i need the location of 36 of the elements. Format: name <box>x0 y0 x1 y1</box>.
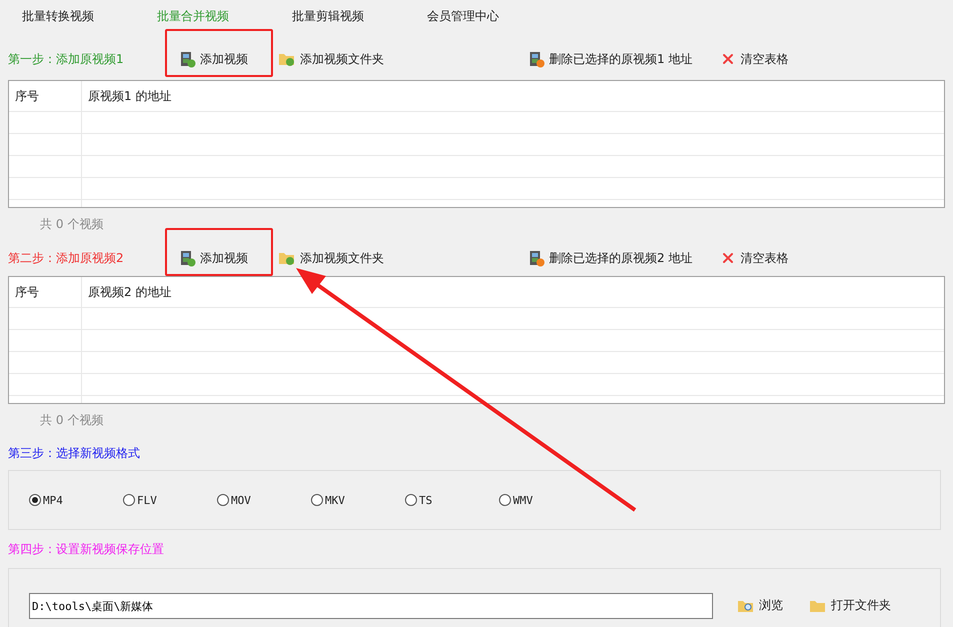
column-header: 原视频1 的地址 <box>87 88 172 105</box>
film-icon <box>529 50 545 68</box>
video-count: 共 0 个视频 <box>40 216 104 232</box>
video-count: 共 0 个视频 <box>40 412 104 428</box>
format-radio[interactable]: WMV <box>499 494 593 506</box>
format-radio[interactable]: FLV <box>123 494 217 506</box>
film-icon <box>529 250 545 266</box>
step-title: 第二步：添加原视频2 <box>8 250 125 266</box>
path-field[interactable]: D:\tools\桌面\新媒体 <box>29 593 713 619</box>
add-video-button[interactable]: 添加视频 <box>180 250 248 266</box>
format-radio[interactable]: MKV <box>311 494 405 506</box>
add-folder-button[interactable]: 添加视频文件夹 <box>278 50 384 68</box>
tab[interactable]: 批量剪辑视频 <box>292 8 427 24</box>
browse-button[interactable]: 浏览 <box>737 597 783 614</box>
open-folder-button[interactable]: 打开文件夹 <box>809 597 891 614</box>
step-title: 第三步：选择新视频格式 <box>8 444 141 462</box>
add-folder-button[interactable]: 添加视频文件夹 <box>278 250 384 266</box>
column-header: 序号 <box>9 81 82 111</box>
film-icon <box>180 50 196 68</box>
delete-selected-button[interactable]: 删除已选择的原视频2 地址 <box>529 250 692 266</box>
step-title: 第一步：添加原视频1 <box>8 50 125 68</box>
clear-table-button[interactable]: 清空表格 <box>720 250 788 266</box>
format-radio[interactable]: MOV <box>217 494 311 506</box>
tab[interactable]: 批量转换视频 <box>22 8 157 24</box>
clear-table-button[interactable]: 清空表格 <box>720 50 788 68</box>
column-header: 序号 <box>9 277 82 307</box>
format-radio[interactable]: TS <box>405 494 499 506</box>
folder-icon <box>278 250 296 266</box>
tab[interactable]: 会员管理中心 <box>427 8 562 24</box>
delete-selected-button[interactable]: 删除已选择的原视频1 地址 <box>529 50 692 68</box>
format-radio[interactable]: MP4 <box>29 494 123 506</box>
film-icon <box>180 250 196 266</box>
column-header: 原视频2 的地址 <box>87 284 172 301</box>
step-title: 第四步：设置新视频保存位置 <box>8 540 165 558</box>
add-video-button[interactable]: 添加视频 <box>180 50 248 68</box>
folder-icon <box>278 51 296 67</box>
